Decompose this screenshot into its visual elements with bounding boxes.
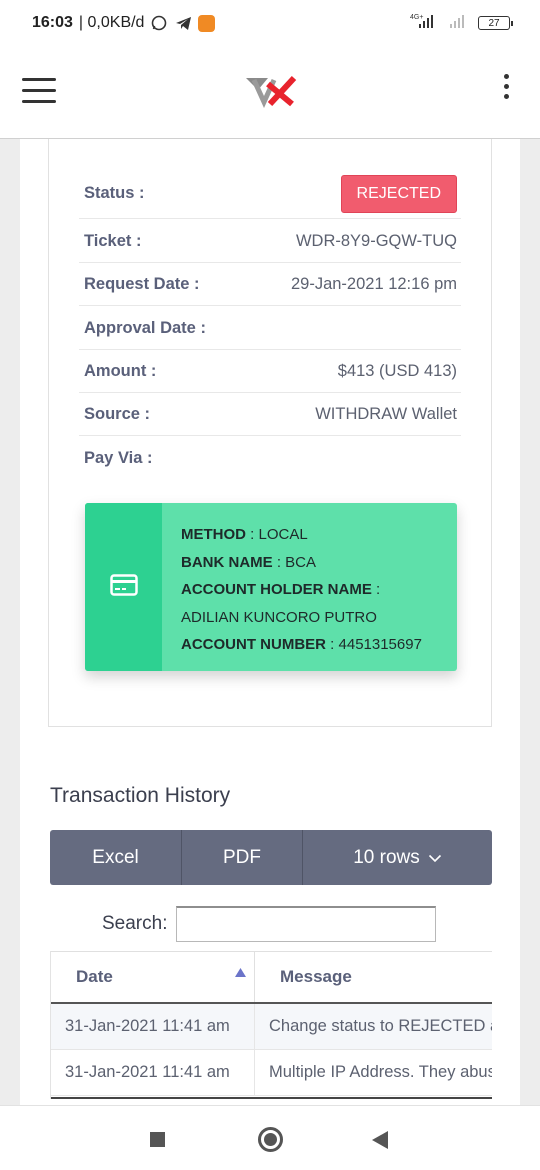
signal-icon: 4G+ [410,13,440,34]
holder-separator: : [376,581,381,598]
amount-label: Amount : [84,361,157,380]
row-date: 31-Jan-2021 11:41 am [51,1050,255,1095]
main-content: Status : REJECTED Ticket : WDR-8Y9-GQW-T… [20,139,520,1105]
holder-label: ACCOUNT HOLDER NAME [181,581,372,598]
method-line: METHOD : LOCAL [181,521,422,549]
signal-label: 4G+ [410,14,423,21]
request-date-row: Request Date : 29-Jan-2021 12:16 pm [79,263,461,306]
rows-per-page-button[interactable]: 10 rows [303,830,492,885]
number-value: : 4451315697 [330,636,422,653]
app-header [0,46,540,139]
row-message: Multiple IP Address. They abuse [269,1063,492,1081]
vertical-dots-icon[interactable] [502,74,510,102]
system-navigation-bar [0,1105,540,1170]
chevron-down-icon [428,847,442,869]
message-header-label: Message [280,967,352,986]
column-header-message[interactable]: Message [255,952,492,1002]
telegram-icon [174,14,192,32]
sort-ascending-icon [235,968,246,980]
source-row: Source : WITHDRAW Wallet [79,393,461,436]
source-label: Source : [84,404,151,423]
method-value: : LOCAL [250,526,308,543]
holder-value: ADILIAN KUNCORO PUTRO [181,608,377,626]
rows-label: 10 rows [353,846,420,868]
search-input[interactable] [176,906,437,942]
network-speed: | 0,0KB/d [78,14,145,31]
table-row[interactable]: 31-Jan-2021 11:41 am Multiple IP Address… [51,1050,492,1096]
request-date-label: Request Date : [84,274,200,293]
signal-2-icon [448,13,470,34]
column-header-date[interactable]: Date [51,952,255,1002]
table-header: Date Message [51,951,492,1004]
search-row: Search: [102,906,437,942]
number-line: ACCOUNT NUMBER : 4451315697 [181,631,422,659]
holder-line: ACCOUNT HOLDER NAME : [181,576,422,604]
row-date: 31-Jan-2021 11:41 am [51,1004,255,1049]
withdraw-detail-card: Status : REJECTED Ticket : WDR-8Y9-GQW-T… [48,139,492,727]
recent-apps-icon[interactable] [150,1132,165,1147]
approval-date-row: Approval Date : [79,307,461,350]
status-label: Status : [84,184,145,202]
amount-value: $413 (USD 413) [337,361,457,380]
pay-via-row: Pay Via : [79,437,461,480]
hamburger-menu-icon[interactable] [22,78,56,104]
date-header-label: Date [76,967,113,986]
app-notification-icon [198,14,216,32]
payment-method-box: METHOD : LOCAL BANK NAME : BCA ACCOUNT H… [85,503,457,671]
table-bottom-border [51,1097,492,1099]
source-value: WITHDRAW Wallet [315,404,457,423]
method-label: METHOD [181,526,246,543]
clock: 16:03 [32,14,73,31]
approval-date-label: Approval Date : [84,318,206,337]
pdf-button[interactable]: PDF [182,830,303,885]
row-message: Change status to REJECTED and [269,1017,492,1035]
number-label: ACCOUNT NUMBER [181,636,326,653]
whatsapp-icon [150,14,168,32]
status-badge: REJECTED [340,174,457,213]
request-date-value: 29-Jan-2021 12:16 pm [290,274,457,293]
app-logo[interactable] [244,72,298,109]
status-bar: 16:03 | 0,0KB/d 4G+ 27 [0,0,540,46]
bank-label: BANK NAME [181,553,273,571]
battery-icon: 27 [478,16,513,30]
ticket-label: Ticket : [84,231,142,250]
battery-level: 27 [488,17,500,29]
ticket-value: WDR-8Y9-GQW-TUQ [295,231,457,250]
export-button-group: Excel PDF 10 rows [50,830,492,885]
search-label: Search: [102,913,168,934]
excel-button[interactable]: Excel [50,830,182,885]
amount-row: Amount : $413 (USD 413) [79,350,461,393]
pay-via-label: Pay Via : [84,449,153,467]
payment-icon-column [85,503,162,671]
ticket-row: Ticket : WDR-8Y9-GQW-TUQ [79,220,461,263]
payment-details: METHOD : LOCAL BANK NAME : BCA ACCOUNT H… [162,503,422,671]
bank-value: : BCA [276,553,317,571]
credit-card-icon [109,573,138,601]
transaction-history-title: Transaction History [50,784,231,807]
bank-line: BANK NAME : BCA [181,549,422,577]
status-row: Status : REJECTED [79,169,461,219]
table-row[interactable]: 31-Jan-2021 11:41 am Change status to RE… [51,1004,492,1050]
home-icon[interactable] [258,1127,283,1152]
transaction-table: Date Message 31-Jan-2021 11:41 am Change… [50,951,492,1099]
back-icon[interactable] [372,1131,388,1149]
